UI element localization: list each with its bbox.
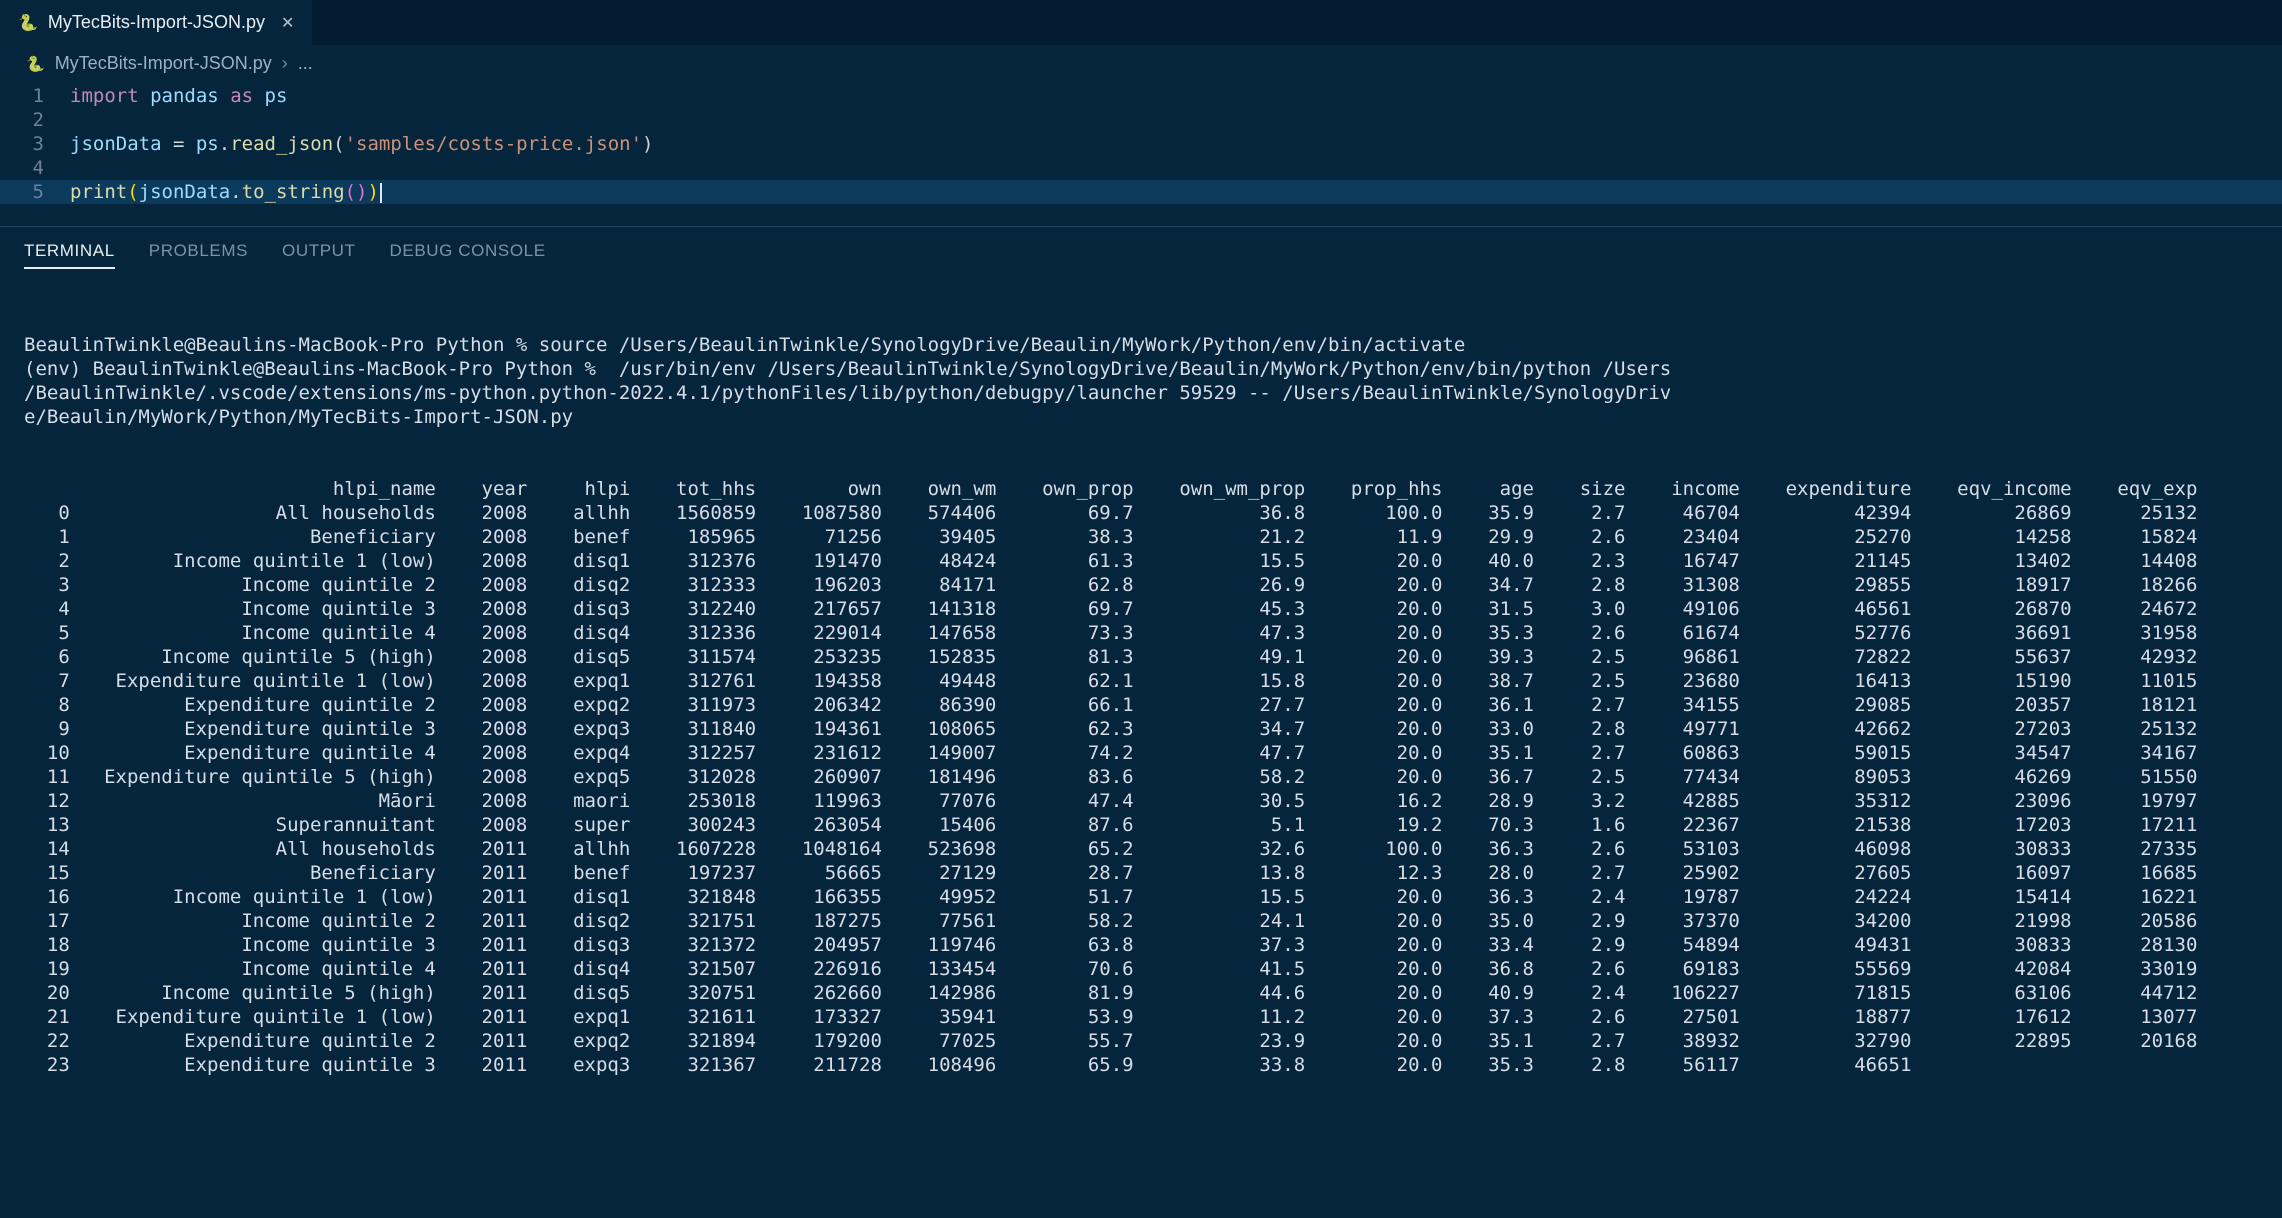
code-line[interactable] <box>70 108 2282 132</box>
line-number: 2 <box>0 108 70 132</box>
line-number: 1 <box>0 84 70 108</box>
code-editor[interactable]: 1 import pandas as ps 2 3 jsonData = ps.… <box>0 80 2282 214</box>
breadcrumb: 🐍 MyTecBits-Import-JSON.py › ... <box>0 45 2282 80</box>
python-icon: 🐍 <box>18 13 38 33</box>
close-icon[interactable]: ✕ <box>281 13 294 33</box>
tab-problems[interactable]: PROBLEMS <box>149 237 248 269</box>
chevron-right-icon: › <box>282 53 288 74</box>
code-line[interactable]: print(jsonData.to_string()) <box>70 180 2282 204</box>
terminal-output[interactable]: BeaulinTwinkle@Beaulins-MacBook-Pro Pyth… <box>0 273 2282 1101</box>
line-number: 5 <box>0 180 70 204</box>
python-icon: 🐍 <box>26 55 45 73</box>
panel-tabs: TERMINAL PROBLEMS OUTPUT DEBUG CONSOLE <box>0 227 2282 273</box>
text-cursor <box>380 183 382 203</box>
terminal-preamble: BeaulinTwinkle@Beaulins-MacBook-Pro Pyth… <box>24 333 2282 429</box>
code-line[interactable] <box>70 156 2282 180</box>
breadcrumb-more[interactable]: ... <box>298 53 313 74</box>
tab-terminal[interactable]: TERMINAL <box>24 237 115 269</box>
tab-filename: MyTecBits-Import-JSON.py <box>48 12 265 33</box>
tab-output[interactable]: OUTPUT <box>282 237 355 269</box>
line-number: 4 <box>0 156 70 180</box>
terminal-table: hlpi_name year hlpi tot_hhs own own_wm o… <box>24 477 2282 1077</box>
code-line[interactable]: import pandas as ps <box>70 84 2282 108</box>
tab-file[interactable]: 🐍 MyTecBits-Import-JSON.py ✕ <box>0 0 313 45</box>
tab-debug-console[interactable]: DEBUG CONSOLE <box>390 237 546 269</box>
code-line[interactable]: jsonData = ps.read_json('samples/costs-p… <box>70 132 2282 156</box>
line-number: 3 <box>0 132 70 156</box>
tab-bar: 🐍 MyTecBits-Import-JSON.py ✕ <box>0 0 2282 45</box>
breadcrumb-file[interactable]: MyTecBits-Import-JSON.py <box>55 53 272 74</box>
